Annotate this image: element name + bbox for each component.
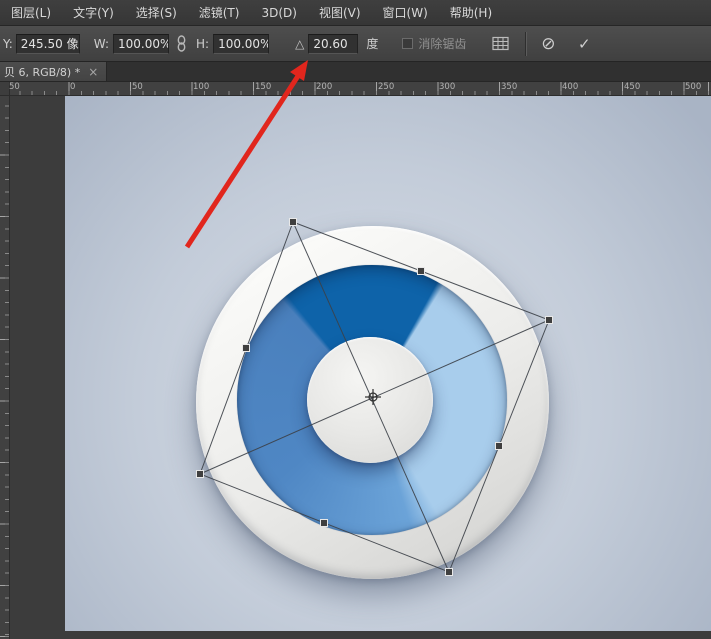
width-input[interactable]: 100.00% bbox=[113, 34, 169, 54]
menu-item-select[interactable]: 选择(S) bbox=[125, 0, 188, 25]
menu-bar: 图层(L) 文字(Y) 选择(S) 滤镜(T) 3D(D) 视图(V) 窗口(W… bbox=[0, 0, 711, 26]
ruler-number: 150 bbox=[255, 82, 271, 92]
ruler-number: 200 bbox=[316, 82, 332, 92]
options-separator bbox=[526, 32, 527, 56]
tab-close-icon[interactable]: × bbox=[88, 65, 98, 79]
menu-item-filter[interactable]: 滤镜(T) bbox=[188, 0, 251, 25]
menu-item-window[interactable]: 窗口(W) bbox=[372, 0, 439, 25]
ruler-number: 250 bbox=[378, 82, 394, 92]
knob-center-button bbox=[307, 337, 433, 463]
antialias-label: 消除锯齿 bbox=[418, 35, 466, 52]
menu-item-layer[interactable]: 图层(L) bbox=[0, 0, 62, 25]
document-tab-title: 贝 6, RGB/8) * bbox=[4, 64, 80, 80]
ruler-number: 350 bbox=[501, 82, 517, 92]
ruler-number: 300 bbox=[439, 82, 455, 92]
menu-item-view[interactable]: 视图(V) bbox=[308, 0, 372, 25]
degree-unit-label: 度 bbox=[366, 35, 378, 52]
menu-item-3d[interactable]: 3D(D) bbox=[250, 0, 307, 25]
ruler-number: 500 bbox=[685, 82, 701, 92]
vertical-ruler[interactable] bbox=[0, 96, 10, 639]
link-dimensions-icon[interactable] bbox=[175, 35, 188, 52]
ruler-number: 50 bbox=[132, 82, 143, 92]
height-input[interactable]: 100.00% bbox=[213, 34, 269, 54]
antialias-checkbox[interactable] bbox=[402, 38, 413, 49]
horizontal-ruler[interactable]: 50 0 50 100 150 200 250 300 350 400 450 … bbox=[10, 82, 711, 96]
warp-mode-toggle-icon[interactable] bbox=[488, 33, 512, 55]
ruler-number: 400 bbox=[562, 82, 578, 92]
y-position-input[interactable]: 245.50 像素 bbox=[16, 34, 80, 54]
rotation-angle-input[interactable]: 20.60 bbox=[308, 34, 358, 54]
document-tab-bar: 贝 6, RGB/8) * × bbox=[0, 62, 711, 82]
w-label: W: bbox=[94, 37, 109, 51]
commit-transform-button[interactable]: ✓ bbox=[573, 35, 595, 53]
y-label: Y: bbox=[3, 37, 13, 51]
ruler-number: 50 bbox=[9, 82, 20, 92]
menu-item-help[interactable]: 帮助(H) bbox=[439, 0, 503, 25]
cancel-transform-button[interactable]: ⊘ bbox=[537, 34, 559, 54]
ruler-number: 450 bbox=[624, 82, 640, 92]
h-label: H: bbox=[196, 37, 209, 51]
rotate-angle-icon: △ bbox=[295, 37, 304, 51]
transform-options-bar: Y: 245.50 像素 W: 100.00% H: 100.00% △ 20.… bbox=[0, 26, 711, 62]
ruler-number: 0 bbox=[70, 82, 75, 92]
menu-item-type[interactable]: 文字(Y) bbox=[62, 0, 125, 25]
ruler-number: 100 bbox=[193, 82, 209, 92]
document-tab[interactable]: 贝 6, RGB/8) * × bbox=[0, 62, 107, 81]
